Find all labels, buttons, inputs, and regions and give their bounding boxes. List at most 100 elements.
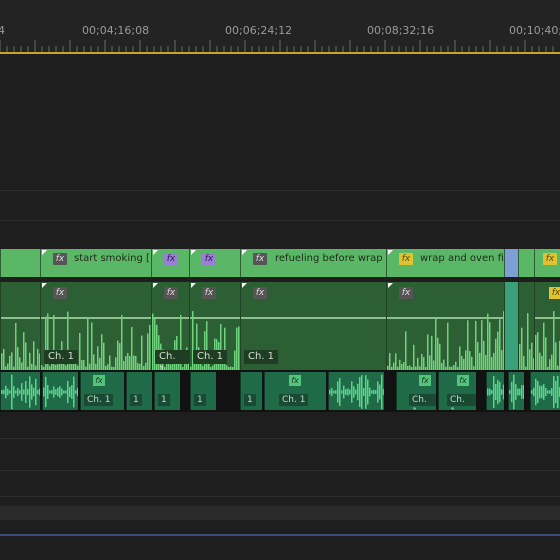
- channel-label: 1: [158, 394, 170, 406]
- clip-name: refueling before wrap [: [275, 253, 386, 264]
- video-clip[interactable]: [0, 249, 40, 277]
- audio-clip[interactable]: fx Ch. 1: [40, 282, 151, 370]
- clip-corner-marker: [42, 250, 47, 255]
- video-clip[interactable]: fx: [151, 249, 189, 277]
- video-clip[interactable]: fx start smoking [: [40, 249, 151, 277]
- track-header-bar: [0, 506, 560, 520]
- audio-waveform: [43, 376, 78, 408]
- audio-waveform: [519, 313, 534, 370]
- audio-clip[interactable]: [508, 372, 524, 410]
- channel-label: Ch. 1: [244, 350, 279, 364]
- video-clip[interactable]: fx: [189, 249, 240, 277]
- fx-icon[interactable]: fx: [202, 287, 216, 299]
- audio-clip[interactable]: 1: [154, 372, 180, 410]
- audio-clip[interactable]: [486, 372, 504, 410]
- track-divider: [0, 220, 560, 221]
- clip-corner-marker: [388, 250, 393, 255]
- audio-clip[interactable]: fx Ch. 1: [438, 372, 476, 410]
- channel-label: Ch. 1: [155, 350, 189, 370]
- fx-icon[interactable]: fx: [164, 253, 178, 265]
- audio-track-a2: fx Ch. 1 1 1 1 1 fx Ch. 1 fx Ch. 1 fx Ch…: [0, 370, 560, 412]
- clip-corner-marker: [388, 283, 393, 288]
- channel-label: Ch. 1: [84, 394, 114, 406]
- fx-icon[interactable]: fx: [457, 375, 469, 386]
- timecode-label: 00;04;16;08: [82, 24, 150, 37]
- audio-waveform: [1, 374, 40, 410]
- video-clip[interactable]: [504, 249, 518, 277]
- audio-clip[interactable]: fx Ch. 1: [396, 372, 436, 410]
- clip-corner-marker: [153, 250, 158, 255]
- audio-track-a1: fx Ch. 1 fx Ch. 1 fx Ch. 1 fx Ch. 1 fx f…: [0, 282, 560, 370]
- audio-clip[interactable]: [328, 372, 384, 410]
- track-divider: [0, 496, 560, 497]
- channel-label: Ch. 1: [409, 394, 436, 410]
- audio-clip[interactable]: [504, 282, 518, 370]
- audio-clip[interactable]: fx Ch. 1: [80, 372, 124, 410]
- fx-icon[interactable]: fx: [93, 375, 105, 386]
- channel-label: 1: [194, 394, 206, 406]
- timeline-scrollbar[interactable]: [0, 534, 560, 536]
- video-clip[interactable]: [518, 249, 534, 277]
- audio-clip[interactable]: [530, 372, 560, 410]
- timecode-label: 00;06;24;12: [225, 24, 293, 37]
- audio-waveform: [509, 374, 524, 410]
- timeline-ruler[interactable]: 4 00;04;16;08 00;06;24;12 00;08;32;16 00…: [0, 0, 560, 54]
- fx-icon[interactable]: fx: [543, 253, 557, 265]
- fx-icon[interactable]: fx: [53, 253, 67, 265]
- audio-clip[interactable]: [0, 282, 40, 370]
- fx-icon[interactable]: fx: [419, 375, 431, 386]
- clip-corner-marker: [153, 283, 158, 288]
- audio-clip[interactable]: 1: [240, 372, 262, 410]
- audio-clip[interactable]: fx: [534, 282, 560, 370]
- fx-icon[interactable]: fx: [164, 287, 178, 299]
- audio-clip[interactable]: [42, 372, 78, 410]
- fx-icon[interactable]: fx: [289, 375, 301, 386]
- channel-label: Ch. 1: [279, 394, 309, 406]
- channel-label: Ch. 1: [447, 394, 476, 410]
- audio-clip[interactable]: 1: [126, 372, 152, 410]
- timecode-label: 4: [0, 24, 5, 37]
- audio-waveform: [329, 374, 384, 410]
- channel-label: Ch. 1: [44, 350, 79, 364]
- audio-clip[interactable]: [0, 372, 40, 410]
- fx-icon[interactable]: fx: [399, 287, 413, 299]
- audio-clip[interactable]: fx: [386, 282, 504, 370]
- video-clip[interactable]: fx wrap and oven fi: [386, 249, 504, 277]
- fx-icon[interactable]: fx: [53, 287, 67, 299]
- audio-clip[interactable]: fx Ch. 1: [151, 282, 189, 370]
- audio-waveform: [535, 311, 560, 370]
- timecode-label: 00;08;32;16: [367, 24, 435, 37]
- fx-icon[interactable]: fx: [202, 253, 216, 265]
- clip-corner-marker: [42, 283, 47, 288]
- channel-label: Ch. 1: [193, 350, 228, 364]
- ruler-ticks: [0, 40, 554, 52]
- audio-waveform: [387, 311, 504, 370]
- track-divider: [0, 190, 560, 191]
- audio-waveform: [487, 376, 504, 408]
- audio-waveform: [531, 375, 560, 409]
- track-divider: [0, 470, 560, 471]
- audio-clip[interactable]: fx Ch. 1: [264, 372, 326, 410]
- video-track-v1: fx start smoking [ fx fx fx refueling be…: [0, 249, 560, 277]
- volume-line[interactable]: [241, 317, 386, 319]
- clip-corner-marker: [242, 283, 247, 288]
- audio-clip[interactable]: fx Ch. 1: [240, 282, 386, 370]
- work-area-bar[interactable]: [0, 52, 560, 54]
- audio-clip[interactable]: [518, 282, 534, 370]
- fx-icon[interactable]: fx: [399, 253, 413, 265]
- timecode-label: 00;10;40;: [509, 24, 560, 37]
- fx-icon[interactable]: fx: [253, 253, 267, 265]
- audio-clip[interactable]: 1: [190, 372, 216, 410]
- channel-label: 1: [244, 394, 256, 406]
- video-clip[interactable]: fx: [534, 249, 560, 277]
- channel-label: 1: [130, 394, 142, 406]
- clip-name: start smoking [: [74, 253, 150, 264]
- fx-icon[interactable]: fx: [253, 287, 267, 299]
- track-divider: [0, 438, 560, 439]
- clip-name: wrap and oven fi: [420, 253, 504, 264]
- video-clip[interactable]: fx refueling before wrap [: [240, 249, 386, 277]
- clip-corner-marker: [191, 283, 196, 288]
- fx-icon[interactable]: fx: [549, 287, 560, 299]
- audio-waveform: [1, 322, 40, 370]
- audio-clip[interactable]: fx Ch. 1: [189, 282, 240, 370]
